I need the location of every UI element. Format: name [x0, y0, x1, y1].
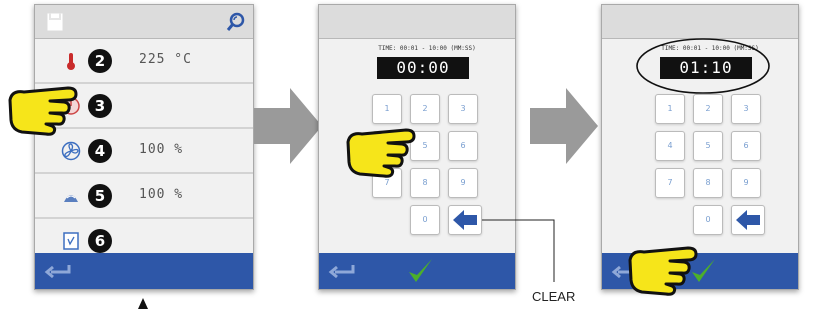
temperature-value: 225 °C: [139, 52, 192, 67]
screen-settings-list: 2 225 °C 3 4 100 % 5 100 % 6: [34, 4, 254, 290]
keypad-key-0[interactable]: 0: [693, 205, 723, 235]
step-badge: 5: [88, 184, 112, 208]
pointing-hand-icon: [628, 246, 698, 296]
keypad-key-1[interactable]: 1: [372, 94, 402, 124]
header-bar: [35, 5, 253, 39]
tray-icon[interactable]: [43, 10, 67, 34]
fan-icon: [61, 141, 81, 161]
keypad-key-6[interactable]: 6: [731, 131, 761, 161]
keypad-key-6[interactable]: 6: [448, 131, 478, 161]
keypad-key-2[interactable]: 2: [410, 94, 440, 124]
fan-value: 100 %: [139, 142, 184, 157]
list-item-steam[interactable]: 5 100 %: [35, 174, 253, 219]
steam-icon: [64, 195, 78, 202]
time-range-label: TIME: 00:01 - 10:00 (MM:SS): [378, 45, 476, 52]
flow-arrow: [530, 88, 598, 164]
back-arrow-icon[interactable]: [327, 262, 357, 280]
flow-arrow: [254, 88, 322, 164]
clear-callout-line: [482, 219, 555, 282]
keypad-key-3[interactable]: 3: [448, 94, 478, 124]
step-badge: 6: [88, 229, 112, 253]
keypad-key-2[interactable]: 2: [693, 94, 723, 124]
step-badge: 3: [88, 94, 112, 118]
footer-bar: [35, 253, 253, 289]
back-arrow-icon[interactable]: [43, 262, 73, 280]
keypad-key-5[interactable]: 5: [693, 131, 723, 161]
clear-button[interactable]: [731, 205, 765, 235]
keypad-key-3[interactable]: 3: [731, 94, 761, 124]
time-display: 00:00: [377, 57, 469, 79]
keypad-key-1[interactable]: 1: [655, 94, 685, 124]
step-badge: 4: [88, 139, 112, 163]
thermometer-icon: [67, 53, 75, 70]
pointing-hand-icon: [8, 86, 78, 136]
keypad-key-4[interactable]: 4: [655, 131, 685, 161]
steam-value: 100 %: [139, 187, 184, 202]
step-badge: 2: [88, 49, 112, 73]
program-book-icon: [63, 232, 79, 250]
highlight-ellipse: [636, 38, 770, 94]
keypad-key-9[interactable]: 9: [448, 168, 478, 198]
pointing-hand-icon: [346, 128, 416, 178]
list-item-temperature[interactable]: 2 225 °C: [35, 39, 253, 84]
header-bar: [319, 5, 515, 39]
clear-label: CLEAR: [532, 289, 576, 304]
keypad-key-7[interactable]: 7: [655, 168, 685, 198]
keypad-key-9[interactable]: 9: [731, 168, 761, 198]
header-bar: [602, 5, 798, 39]
search-icon[interactable]: [225, 11, 247, 33]
keypad-key-0[interactable]: 0: [410, 205, 440, 235]
arrow-marker: [138, 298, 148, 309]
backspace-arrow-icon: [736, 210, 760, 230]
confirm-check-icon[interactable]: [405, 256, 435, 286]
keypad-key-8[interactable]: 8: [693, 168, 723, 198]
